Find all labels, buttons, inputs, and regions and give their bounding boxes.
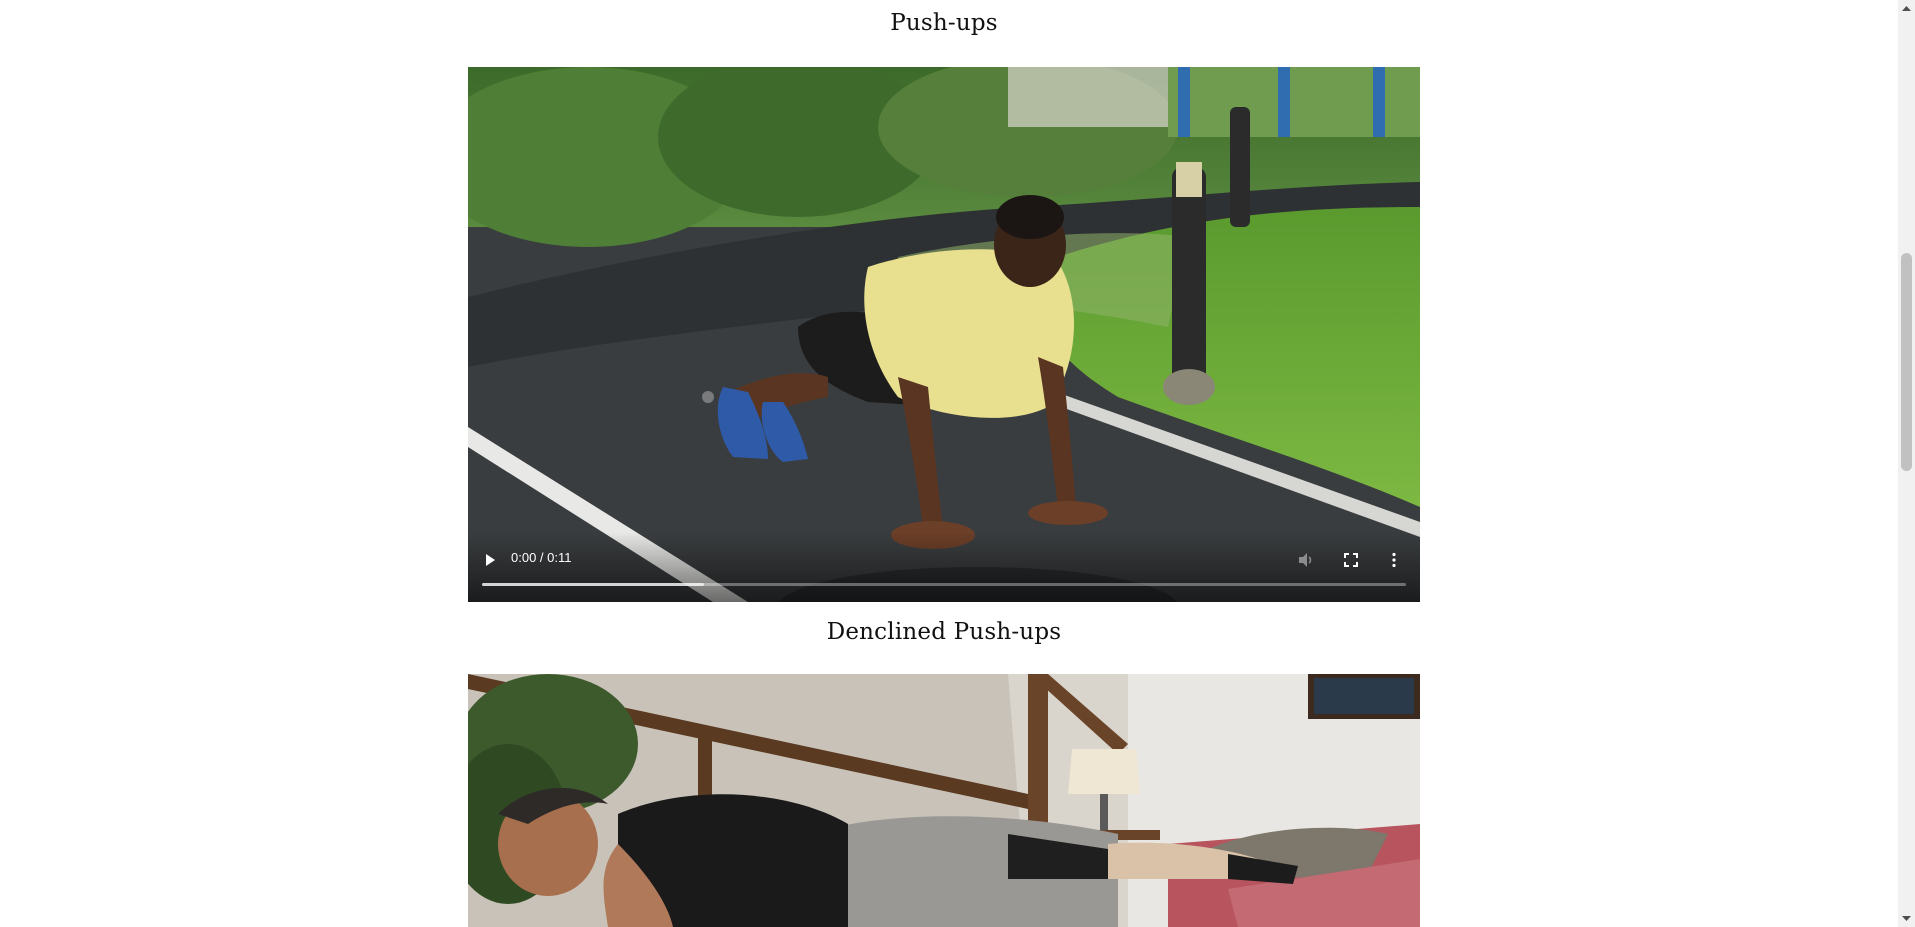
chevron-up-icon <box>1902 6 1911 11</box>
volume-muted-icon <box>1299 553 1312 567</box>
exercise-video-declined-push-ups[interactable] <box>468 674 1420 927</box>
exercise-video-push-ups[interactable]: 0:00 / 0:11 <box>468 67 1420 602</box>
mute-button[interactable] <box>1292 546 1320 574</box>
fullscreen-button[interactable] <box>1337 546 1365 574</box>
video-frame-push-ups <box>468 67 1420 602</box>
more-vert-icon <box>1392 552 1396 568</box>
exercise-card-push-ups: Push-ups 0:00 / 0:11 <box>468 0 1420 602</box>
page-content: Push-ups 0:00 / 0:11 Denclined Push-ups <box>0 0 1898 927</box>
video-frame-declined-push-ups <box>468 674 1420 927</box>
more-options-button[interactable] <box>1380 546 1408 574</box>
play-button[interactable] <box>476 546 504 574</box>
play-icon <box>486 554 495 566</box>
exercise-card-declined-push-ups: Denclined Push-ups <box>468 606 1420 927</box>
scroll-down-button[interactable] <box>1898 910 1915 927</box>
video-time-display: 0:00 / 0:11 <box>511 550 572 565</box>
scroll-up-button[interactable] <box>1898 0 1915 17</box>
scrollbar-thumb[interactable] <box>1901 253 1912 471</box>
fullscreen-icon <box>1344 553 1358 567</box>
video-progress-bar[interactable] <box>482 583 1406 586</box>
video-buffered-range <box>482 583 704 586</box>
chevron-down-icon <box>1902 916 1911 921</box>
exercise-title: Push-ups <box>890 10 998 36</box>
video-controls: 0:00 / 0:11 <box>468 532 1420 602</box>
exercise-title: Denclined Push-ups <box>826 619 1062 645</box>
page-scrollbar[interactable] <box>1898 0 1915 927</box>
